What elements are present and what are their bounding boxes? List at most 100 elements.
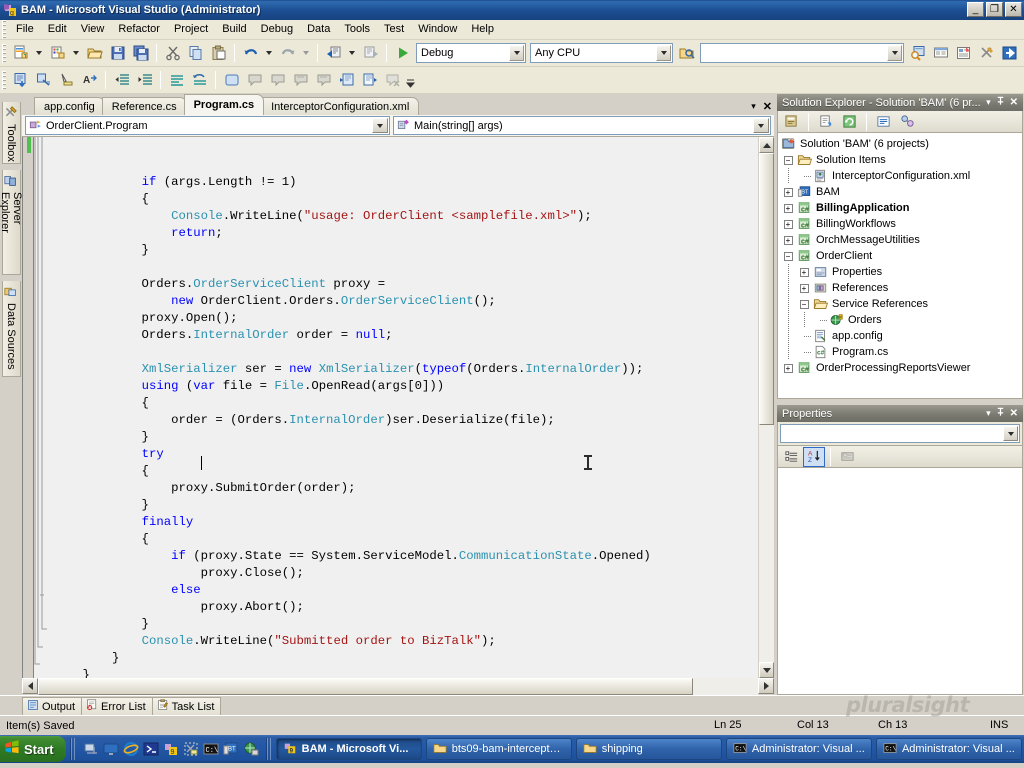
- taskbar-item-administrator-visual-1[interactable]: C:\ Administrator: Visual ...: [725, 738, 872, 760]
- scroll-right-button[interactable]: [758, 678, 774, 694]
- member-navigation-combo[interactable]: Main(string[] args): [393, 116, 771, 135]
- menu-file[interactable]: File: [9, 20, 41, 39]
- command-prompt-icon[interactable]: C:\: [202, 740, 220, 758]
- properties-grid-body[interactable]: [777, 468, 1023, 695]
- editor-vertical-scrollbar[interactable]: [758, 137, 774, 678]
- deploy-icon[interactable]: [998, 42, 1021, 64]
- undo-dropdown-icon[interactable]: [262, 42, 276, 64]
- solution-tree[interactable]: Solution 'BAM' (6 projects) − Solution Ite…: [778, 133, 1022, 376]
- chevron-down-icon[interactable]: [656, 45, 671, 61]
- horizontal-scroll-thumb[interactable]: [38, 678, 693, 695]
- find-dropdown-folder-icon[interactable]: [675, 42, 698, 64]
- vertical-scroll-track[interactable]: [759, 153, 774, 662]
- taskbar-item-bts09-bam-interceptors[interactable]: bts09-bam-interceptors: [425, 738, 572, 760]
- collapse-icon[interactable]: −: [783, 155, 793, 165]
- internet-explorer-icon[interactable]: [122, 740, 140, 758]
- tool-tab-output[interactable]: Output: [22, 697, 83, 715]
- start-debugging-icon[interactable]: [391, 42, 414, 64]
- add-new-item-icon[interactable]: [46, 42, 69, 64]
- scroll-left-button[interactable]: [22, 678, 38, 694]
- toggle-bookmark-icon[interactable]: [220, 69, 243, 91]
- active-files-dropdown-icon[interactable]: ▾: [751, 101, 756, 112]
- taskbar-item-administrator-visual-2[interactable]: C:\ Administrator: Visual ...: [875, 738, 1023, 760]
- solution-tree-item[interactable]: c# Program.cs: [780, 344, 1022, 360]
- solution-explorer-pin-icon[interactable]: [996, 96, 1005, 109]
- show-all-files-icon[interactable]: [814, 111, 837, 133]
- collapse-icon[interactable]: −: [799, 299, 809, 309]
- solution-tree-item[interactable]: + BT BAM: [780, 184, 1022, 200]
- solution-tree-item[interactable]: − c# OrderClient: [780, 248, 1022, 264]
- expand-outlining-icon[interactable]: [358, 69, 381, 91]
- text-editor-toolbar-grip[interactable]: [2, 70, 6, 90]
- new-project-dropdown-icon[interactable]: [32, 42, 46, 64]
- document-tab-app-config[interactable]: app.config: [34, 97, 105, 115]
- menu-edit[interactable]: Edit: [41, 20, 74, 39]
- chevron-down-icon[interactable]: [1003, 426, 1018, 441]
- add-new-item-dropdown-icon[interactable]: [69, 42, 83, 64]
- previous-bookmark-folder-icon[interactable]: [289, 69, 312, 91]
- new-project-icon[interactable]: [9, 42, 32, 64]
- menu-window[interactable]: Window: [411, 20, 464, 39]
- solution-configuration-combo[interactable]: Debug: [416, 43, 526, 63]
- categorized-icon[interactable]: [780, 447, 802, 467]
- solution-explorer-menu-icon[interactable]: ▾: [986, 97, 991, 108]
- navigate-backward-dropdown-icon[interactable]: [345, 42, 359, 64]
- code-text[interactable]: if (args.Length != 1) { Console.WriteLin…: [49, 137, 758, 678]
- alphabetical-icon[interactable]: AZ: [803, 446, 825, 467]
- menu-view[interactable]: View: [74, 20, 112, 39]
- tool-tab-error-list[interactable]: Error List: [81, 697, 153, 715]
- cut-icon[interactable]: [161, 42, 184, 64]
- outlining-margin[interactable]: [33, 137, 49, 678]
- server-explorer-tab[interactable]: Server Explorer: [0, 170, 23, 275]
- document-tab-interceptorconfiguration-xml[interactable]: InterceptorConfiguration.xml: [261, 97, 420, 115]
- standard-toolbar-grip[interactable]: [2, 43, 6, 63]
- find-combo[interactable]: [700, 43, 904, 63]
- open-file-icon[interactable]: [83, 42, 106, 64]
- chevron-down-icon[interactable]: [753, 118, 769, 133]
- solution-tree-item[interactable]: − Solution Items: [780, 152, 1022, 168]
- toolbox-tab[interactable]: Toolbox: [1, 102, 21, 164]
- solution-tree-item[interactable]: Orders: [780, 312, 1022, 328]
- solution-tree-item[interactable]: + Properties: [780, 264, 1022, 280]
- close-document-icon[interactable]: ✕: [763, 100, 772, 113]
- previous-bookmark-icon[interactable]: [243, 69, 266, 91]
- snipping-tool-icon[interactable]: [182, 740, 200, 758]
- solution-explorer-icon[interactable]: [952, 42, 975, 64]
- data-sources-tab[interactable]: Data Sources: [1, 281, 21, 377]
- properties-object-combo[interactable]: [780, 424, 1020, 443]
- collapse-icon[interactable]: −: [783, 251, 793, 261]
- redo-dropdown-icon[interactable]: [299, 42, 313, 64]
- class-navigation-combo[interactable]: OrderClient.Program: [25, 116, 390, 135]
- solution-explorer-close-icon[interactable]: ✕: [1010, 97, 1018, 108]
- menu-debug[interactable]: Debug: [254, 20, 300, 39]
- document-tab-program-cs[interactable]: Program.cs: [183, 94, 265, 115]
- scroll-up-button[interactable]: [759, 137, 774, 153]
- display-icon[interactable]: [102, 740, 120, 758]
- comment-lines-icon[interactable]: [165, 69, 188, 91]
- text-editor-toolbar-overflow-button[interactable]: [404, 69, 416, 91]
- menu-data[interactable]: Data: [300, 20, 337, 39]
- menu-grip[interactable]: [2, 20, 6, 39]
- quick-find-icon[interactable]: [55, 69, 78, 91]
- menu-refactor[interactable]: Refactor: [111, 20, 167, 39]
- refresh-icon[interactable]: [838, 111, 861, 133]
- view-class-diagram-icon[interactable]: [896, 111, 919, 133]
- find-in-files-icon[interactable]: [906, 42, 929, 64]
- navigate-backward-icon[interactable]: [322, 42, 345, 64]
- menu-build[interactable]: Build: [215, 20, 253, 39]
- start-button[interactable]: Start: [0, 736, 66, 762]
- redo-icon[interactable]: [276, 42, 299, 64]
- chevron-down-icon[interactable]: [372, 118, 388, 133]
- save-icon[interactable]: [106, 42, 129, 64]
- solution-tree-item[interactable]: + c# BillingWorkflows: [780, 216, 1022, 232]
- chevron-down-icon[interactable]: [509, 45, 524, 61]
- navigate-definition-icon[interactable]: [32, 69, 55, 91]
- close-button[interactable]: ✕: [1005, 2, 1022, 17]
- editor-horizontal-scrollbar[interactable]: [22, 678, 774, 695]
- expand-icon[interactable]: +: [799, 267, 809, 277]
- taskbar-item-shipping[interactable]: shipping: [575, 738, 722, 760]
- indicator-margin[interactable]: [23, 137, 33, 678]
- toolbox-icon[interactable]: [975, 42, 998, 64]
- biztalk-admin-icon[interactable]: BT: [222, 740, 240, 758]
- copy-icon[interactable]: [184, 42, 207, 64]
